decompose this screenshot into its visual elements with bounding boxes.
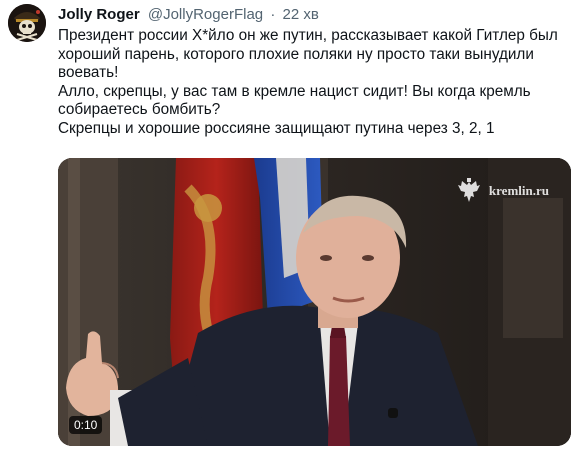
author-avatar[interactable]	[8, 4, 46, 42]
tweet[interactable]: Jolly Roger @JollyRogerFlag · 22 хв През…	[0, 0, 583, 453]
tweet-text-line: Алло, скрепцы, у вас там в кремле нацист…	[58, 82, 531, 119]
video-player[interactable]: kremlin.ru 0:10	[58, 158, 571, 446]
watermark-text: kremlin.ru	[488, 183, 549, 198]
author-handle[interactable]: @JollyRogerFlag	[148, 6, 263, 23]
tweet-text-line: Скрепцы и хорошие россияне защищают пути…	[58, 119, 495, 137]
video-duration-badge: 0:10	[69, 416, 103, 434]
tweet-text-line: Президент россии Х*йло он же путин, расс…	[58, 27, 558, 82]
skull-pirate-icon	[8, 4, 46, 42]
video-watermark: kremlin.ru	[457, 178, 549, 204]
tweet-text: Президент россии Х*йло он же путин, расс…	[58, 27, 573, 139]
author-display-name[interactable]: Jolly Roger	[58, 6, 140, 23]
double-headed-eagle-icon	[457, 178, 480, 202]
separator-dot: ·	[270, 6, 276, 23]
tweet-timestamp[interactable]: 22 хв	[282, 6, 318, 23]
tweet-header: Jolly Roger @JollyRogerFlag · 22 хв	[58, 6, 319, 24]
